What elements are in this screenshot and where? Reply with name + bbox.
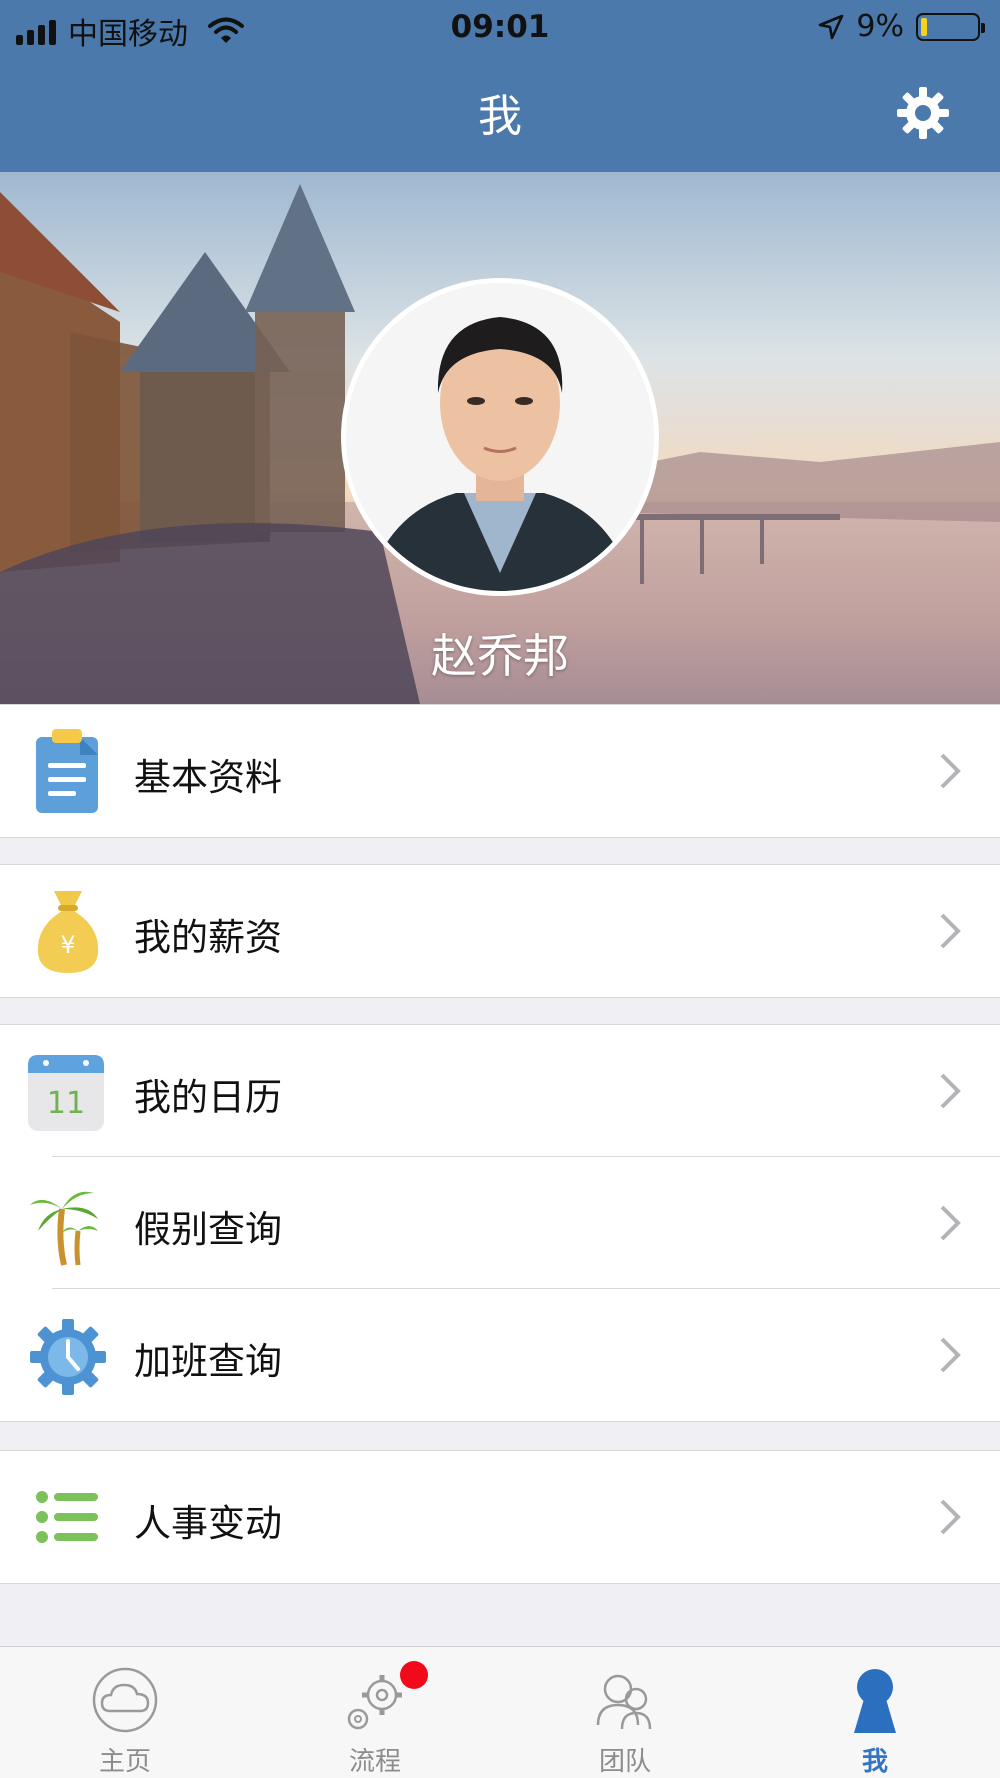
tab-label: 团队 — [598, 1747, 651, 1777]
menu-group: 基本资料 — [0, 704, 1000, 838]
tab-label: 流程 — [348, 1747, 401, 1777]
menu-item-label: 我的日历 — [134, 1076, 282, 1119]
top-bar: 中国移动 09:01 9% 我 — [0, 0, 1000, 172]
menu-item-my-calendar[interactable]: 11 我的日历 — [0, 1025, 1000, 1157]
location-arrow-icon — [819, 14, 844, 39]
chevron-right-icon — [940, 1205, 961, 1241]
chevron-right-icon — [940, 1337, 961, 1373]
chevron-right-icon — [940, 753, 961, 789]
clipboard-icon — [36, 729, 98, 813]
profile-banner: 赵乔邦 — [0, 172, 1000, 704]
battery-percent: 9% — [856, 9, 904, 44]
calendar-day-text: 11 — [47, 1086, 85, 1121]
notification-badge — [400, 1661, 428, 1689]
team-icon — [596, 1674, 652, 1730]
cloud-icon — [92, 1667, 158, 1733]
menu-item-label: 基本资料 — [134, 756, 282, 799]
menu-group: 人事变动 — [0, 1450, 1000, 1584]
settings-gear-icon[interactable] — [894, 84, 952, 142]
list-icon — [36, 1491, 98, 1543]
menu-group: ¥ 我的薪资 — [0, 864, 1000, 998]
menu-item-leave-query[interactable]: 假别查询 — [0, 1157, 1000, 1289]
tab-label: 主页 — [98, 1747, 151, 1777]
profile-name: 赵乔邦 — [431, 629, 569, 683]
battery-icon — [916, 12, 985, 41]
tab-me[interactable]: 我 — [750, 1647, 1000, 1778]
tab-label: 我 — [861, 1747, 888, 1777]
menu-item-label: 我的薪资 — [134, 916, 282, 959]
menu-item-overtime-query[interactable]: 加班查询 — [0, 1289, 1000, 1421]
avatar[interactable] — [341, 278, 659, 596]
tab-home[interactable]: 主页 — [0, 1647, 250, 1778]
chevron-right-icon — [940, 913, 961, 949]
avatar-photo — [346, 283, 654, 591]
person-icon — [854, 1669, 896, 1733]
menu-item-basic-info[interactable]: 基本资料 — [0, 705, 1000, 837]
menu-item-label: 加班查询 — [134, 1340, 282, 1383]
menu-item-label: 假别查询 — [134, 1208, 282, 1251]
svg-text:¥: ¥ — [60, 931, 75, 959]
menu-item-personnel-changes[interactable]: 人事变动 — [0, 1451, 1000, 1583]
status-bar: 中国移动 09:01 9% — [0, 0, 1000, 56]
gear-clock-icon — [30, 1319, 106, 1395]
chevron-right-icon — [940, 1073, 961, 1109]
tab-bar: 主页 流程 团队 我 — [0, 1646, 1000, 1778]
menu-group: 11 我的日历 假别查询 加班查询 — [0, 1024, 1000, 1422]
menu-item-my-salary[interactable]: ¥ 我的薪资 — [0, 865, 1000, 997]
tab-team[interactable]: 团队 — [500, 1647, 750, 1778]
page-title: 我 — [478, 91, 522, 142]
chevron-right-icon — [940, 1499, 961, 1535]
palm-tree-icon — [30, 1191, 98, 1266]
menu-item-label: 人事变动 — [134, 1502, 282, 1545]
money-bag-icon: ¥ — [37, 891, 99, 973]
calendar-icon: 11 — [28, 1055, 104, 1131]
tab-workflow[interactable]: 流程 — [250, 1647, 500, 1778]
